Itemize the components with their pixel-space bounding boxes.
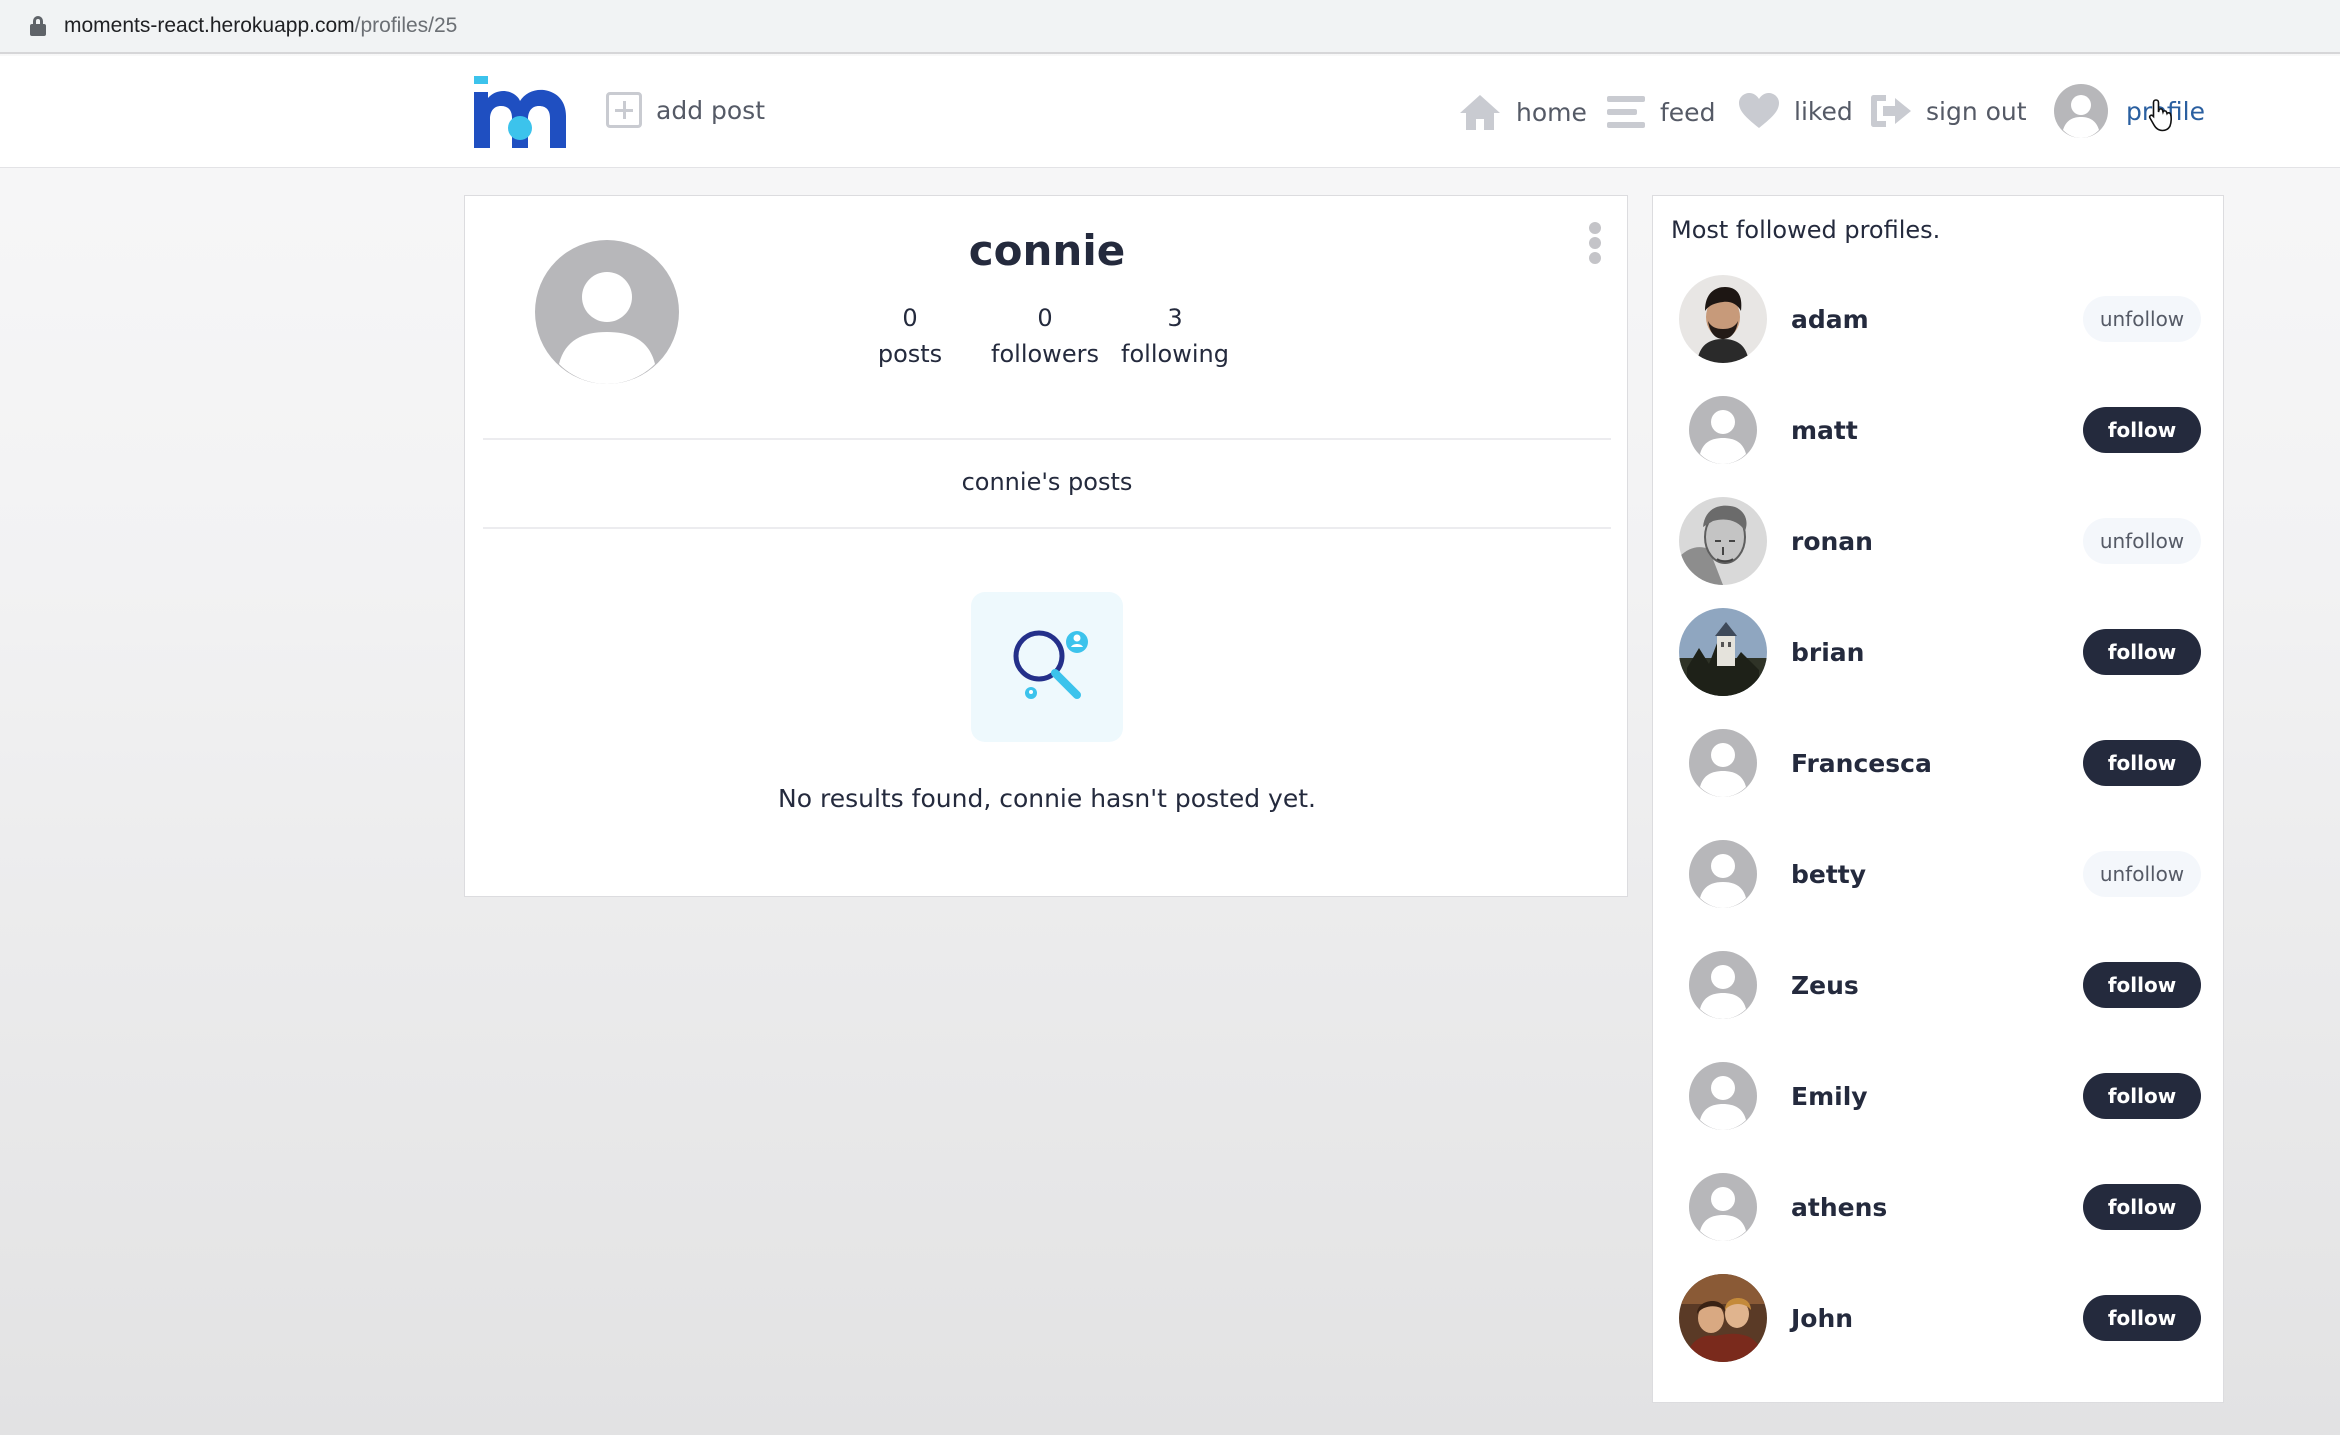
profile-name[interactable]: brian (1791, 638, 2083, 667)
avatar-placeholder-icon[interactable] (1679, 830, 1767, 918)
profile-row: matt follow (1679, 385, 2201, 475)
profile-row: John follow (1679, 1273, 2201, 1363)
feed-link[interactable]: feed (1606, 92, 1715, 132)
divider (483, 438, 1611, 440)
follow-button[interactable]: follow (2083, 740, 2201, 786)
profile-row: betty unfollow (1679, 829, 2201, 919)
profile-name[interactable]: betty (1791, 860, 2083, 889)
stat-following: 3 following (1115, 304, 1235, 368)
follow-button[interactable]: follow (2083, 407, 2201, 453)
avatar[interactable] (1679, 1274, 1767, 1362)
no-results-message: No results found, connie hasn't posted y… (778, 784, 1316, 813)
feed-label: feed (1660, 97, 1716, 127)
stat-posts: 0 posts (865, 304, 955, 368)
follow-button[interactable]: follow (2083, 629, 2201, 675)
profile-row: brian follow (1679, 607, 2201, 697)
liked-link[interactable]: liked (1738, 92, 1853, 130)
home-label: home (1516, 97, 1587, 127)
plus-square-icon (606, 92, 642, 128)
avatar-placeholder-icon[interactable] (1679, 1163, 1767, 1251)
follow-button[interactable]: follow (2083, 1184, 2201, 1230)
moments-logo-icon[interactable] (472, 76, 568, 150)
no-results-search-icon (971, 592, 1123, 742)
profile-card: connie 0 posts 0 followers 3 following c… (464, 195, 1628, 897)
follow-button[interactable]: follow (2083, 962, 2201, 1008)
profile-name[interactable]: John (1791, 1304, 2083, 1333)
profile-name[interactable]: Francesca (1791, 749, 2083, 778)
profile-name[interactable]: Zeus (1791, 971, 2083, 1000)
avatar-placeholder-icon[interactable] (1679, 941, 1767, 1029)
followers-label: followers (991, 340, 1099, 368)
liked-label: liked (1794, 96, 1853, 126)
follow-button[interactable]: follow (2083, 1295, 2201, 1341)
sidebar-title: Most followed profiles. (1671, 216, 1941, 244)
feed-icon (1607, 96, 1645, 128)
unfollow-button[interactable]: unfollow (2083, 296, 2201, 342)
url-path: /profiles/25 (354, 14, 458, 37)
most-followed-sidebar: Most followed profiles. adam unfollow ma… (1652, 195, 2224, 1403)
stat-followers: 0 followers (985, 304, 1105, 368)
posts-label: posts (877, 340, 943, 368)
profile-name[interactable]: matt (1791, 416, 2083, 445)
profile-row: athens follow (1679, 1162, 2201, 1252)
profile-row: Francesca follow (1679, 718, 2201, 808)
sign-out-label: sign out (1926, 96, 2027, 126)
unfollow-button[interactable]: unfollow (2083, 518, 2201, 564)
lock-icon (30, 16, 46, 36)
avatar-placeholder-icon (2054, 84, 2108, 138)
profile-row: ronan unfollow (1679, 496, 2201, 586)
sign-out-link[interactable]: sign out (1870, 92, 2027, 130)
browser-url-bar[interactable]: moments-react.herokuapp.com/profiles/25 (0, 0, 2340, 54)
unfollow-button[interactable]: unfollow (2083, 851, 2201, 897)
avatar-placeholder-icon[interactable] (1679, 386, 1767, 474)
followers-count: 0 (1037, 304, 1053, 332)
profile-username: connie (968, 226, 1126, 275)
avatar-placeholder-icon[interactable] (1679, 719, 1767, 807)
home-link[interactable]: home (1458, 92, 1587, 132)
profile-row: Zeus follow (1679, 940, 2201, 1030)
posts-section-title: connie's posts (961, 468, 1133, 496)
heart-icon (1739, 93, 1779, 128)
posts-count: 0 (902, 304, 918, 332)
profile-name[interactable]: athens (1791, 1193, 2083, 1222)
sign-out-icon (1871, 95, 1911, 127)
following-label: following (1121, 340, 1229, 368)
avatar[interactable] (1679, 275, 1767, 363)
profile-name[interactable]: Emily (1791, 1082, 2083, 1111)
url-host: moments-react.herokuapp.com (64, 14, 355, 37)
url-text[interactable]: moments-react.herokuapp.com/profiles/25 (64, 14, 457, 38)
avatar[interactable] (1679, 608, 1767, 696)
follow-button[interactable]: follow (2083, 1073, 2201, 1119)
profile-row: adam unfollow (1679, 274, 2201, 364)
profile-row: Emily follow (1679, 1051, 2201, 1141)
profile-stats: 0 posts 0 followers 3 following (865, 304, 1235, 368)
home-icon (1460, 95, 1500, 130)
avatar[interactable] (1679, 497, 1767, 585)
profile-name[interactable]: adam (1791, 305, 2083, 334)
profile-name[interactable]: ronan (1791, 527, 2083, 556)
navbar: add post home feed liked sign out (0, 56, 2340, 168)
hand-cursor-icon (2148, 99, 2172, 132)
following-count: 3 (1167, 304, 1183, 332)
add-post-label: add post (656, 95, 765, 125)
profile-link[interactable]: profile (2054, 84, 2205, 138)
add-post-link[interactable]: add post (606, 92, 765, 128)
avatar-placeholder-icon[interactable] (1679, 1052, 1767, 1140)
divider (483, 527, 1611, 529)
